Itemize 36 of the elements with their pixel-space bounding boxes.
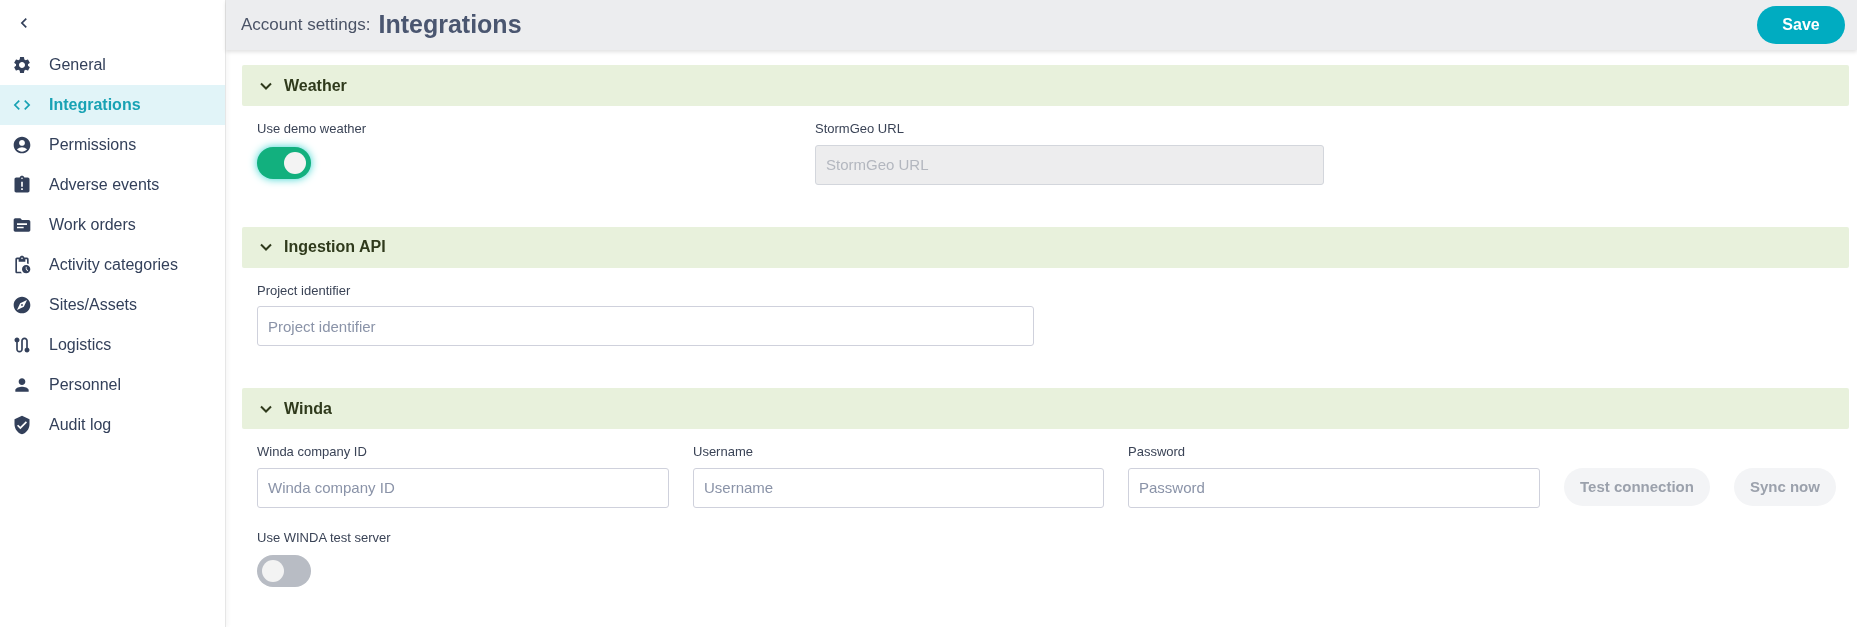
text-field[interactable]: Winda company ID xyxy=(257,467,669,508)
chevron-down-icon xyxy=(260,243,272,251)
sidebar-item[interactable]: General xyxy=(0,45,225,85)
sidebar-item[interactable]: Permissions xyxy=(0,125,225,165)
sidebar-item[interactable]: Work orders xyxy=(0,205,225,245)
sidebar-item[interactable]: Audit log xyxy=(0,405,225,445)
section-header[interactable]: Ingestion API xyxy=(242,226,1849,268)
field-label: Project identifier xyxy=(257,281,352,300)
chevron-down-icon xyxy=(260,81,272,90)
sidebar-item[interactable]: Sites/Assets xyxy=(0,285,225,325)
folder-icon xyxy=(12,215,32,235)
sidebar-item[interactable]: Adverse events xyxy=(0,165,225,205)
field-label: Password xyxy=(1128,443,1187,461)
clipboard-clock-icon xyxy=(12,255,32,275)
sidebar-item[interactable]: Logistics xyxy=(0,325,225,365)
gear-icon xyxy=(12,55,32,75)
toggle-label: Use demo weather xyxy=(257,120,368,138)
text-field[interactable]: Username xyxy=(693,467,1104,508)
text-field[interactable]: Password xyxy=(1128,467,1540,508)
section-header[interactable]: Weather xyxy=(242,65,1849,106)
toggle-label: Use WINDA test server xyxy=(257,528,391,547)
field-label: Username xyxy=(693,443,754,461)
section-header[interactable]: Winda xyxy=(242,388,1849,429)
toggle-switch[interactable] xyxy=(257,555,311,587)
shield-check-icon xyxy=(12,415,32,435)
toggle-switch[interactable] xyxy=(257,146,311,179)
clipboard-alert-icon xyxy=(12,175,32,195)
text-field[interactable]: Project identifier xyxy=(257,306,1034,346)
header-prefix: Account settings: xyxy=(241,14,371,37)
chevron-down-icon xyxy=(260,404,272,413)
sidebar-item[interactable]: Activity categories xyxy=(0,245,225,285)
field-label: Winda company ID xyxy=(257,443,368,461)
sidebar-item[interactable]: Personnel xyxy=(0,365,225,405)
page-title: Integrations xyxy=(378,9,522,41)
field-label: StormGeo URL xyxy=(815,120,905,138)
compass-icon xyxy=(12,295,32,315)
